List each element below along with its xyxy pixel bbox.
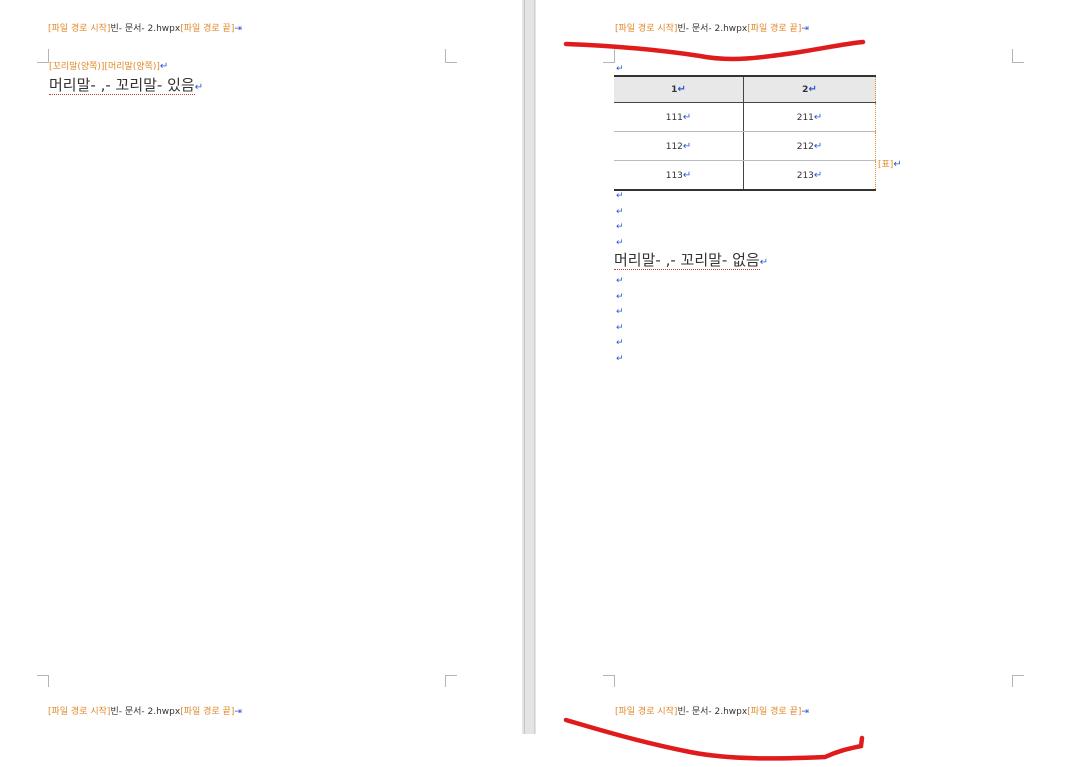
body-paragraph[interactable]: 머리말- ,- 꼬리말- 있음↵ bbox=[49, 74, 203, 95]
paragraph-mark-icon: ↵ bbox=[616, 307, 624, 317]
paragraph-mark-icon: ↵ bbox=[677, 84, 686, 95]
page-divider bbox=[534, 0, 535, 734]
paragraph-mark-icon: ↵ bbox=[682, 111, 692, 123]
table-cell[interactable]: 112↵ bbox=[614, 131, 745, 161]
tab-mark-icon: ⇥ bbox=[801, 24, 809, 34]
bottom-left-crop-mark bbox=[603, 675, 615, 687]
paragraph-mark-icon: ↵ bbox=[682, 169, 692, 181]
table-row: 113↵ 213↵ bbox=[614, 160, 876, 191]
file-path-start-code[interactable]: [파일 경로 시작] bbox=[615, 707, 677, 717]
table-cell[interactable]: 211↵ bbox=[743, 102, 876, 132]
paragraph-mark-icon: ↵ bbox=[616, 322, 624, 333]
footer-line[interactable]: [파일 경로 시작]빈- 문서- 2.hwpx[파일 경로 끝]⇥ bbox=[48, 706, 242, 718]
table-row: 112↵ 212↵ bbox=[614, 131, 876, 161]
paragraph-mark-icon: ↵ bbox=[813, 111, 823, 123]
paragraph-mark-icon: ↵ bbox=[159, 61, 169, 72]
paragraph-mark-icon: ↵ bbox=[616, 222, 624, 232]
data-table[interactable]: 1↵ 2↵ 111↵ 211↵ 112↵ 212↵ 113↵ 213↵ bbox=[614, 75, 876, 191]
paragraph-mark-icon: ↵ bbox=[759, 257, 769, 268]
table-label-line[interactable]: [표]↵ bbox=[878, 159, 902, 171]
paragraph-mark-icon: ↵ bbox=[616, 64, 624, 74]
table-header-cell[interactable]: 1↵ bbox=[614, 76, 745, 103]
table-row: 111↵ 211↵ bbox=[614, 102, 876, 132]
file-path-end-code[interactable]: [파일 경로 끝] bbox=[180, 707, 234, 717]
bottom-left-crop-mark bbox=[37, 675, 49, 687]
header-line[interactable]: [파일 경로 시작]빈- 문서- 2.hwpx[파일 경로 끝]⇥ bbox=[615, 23, 809, 35]
document-page-left[interactable]: [파일 경로 시작]빈- 문서- 2.hwpx[파일 경로 끝]⇥ [꼬리말(양… bbox=[0, 0, 522, 767]
body-text[interactable]: 머리말- ,- 꼬리말- 있음 bbox=[49, 76, 195, 95]
bottom-right-crop-mark bbox=[1012, 675, 1024, 687]
file-path-start-code[interactable]: [파일 경로 시작] bbox=[48, 707, 110, 717]
body-paragraph[interactable]: 머리말- ,- 꼬리말- 없음↵ bbox=[614, 249, 768, 270]
cell-text: 111 bbox=[665, 112, 683, 123]
paragraph-mark-icon: ↵ bbox=[616, 191, 624, 201]
cell-text: 211 bbox=[796, 112, 814, 123]
paragraph-mark-icon: ↵ bbox=[616, 338, 624, 348]
cell-text: 212 bbox=[796, 141, 814, 152]
footer-line[interactable]: [파일 경로 시작]빈- 문서- 2.hwpx[파일 경로 끝]⇥ bbox=[615, 706, 809, 718]
paragraph-mark-icon: ↵ bbox=[616, 353, 624, 364]
header-footer-codes-line[interactable]: [꼬리말(양쪽)][머리말(양쪽)]↵ bbox=[49, 61, 168, 73]
paragraph-mark-icon: ↵ bbox=[893, 159, 902, 170]
footer-filename: 빈- 문서- 2.hwpx bbox=[677, 707, 748, 717]
top-left-crop-mark bbox=[603, 49, 615, 63]
table-header-row: 1↵ 2↵ bbox=[614, 76, 876, 103]
cell-text: 213 bbox=[796, 170, 814, 181]
table-cell[interactable]: 212↵ bbox=[743, 131, 876, 161]
file-path-start-code[interactable]: [파일 경로 시작] bbox=[615, 24, 677, 34]
bottom-right-crop-mark bbox=[445, 675, 457, 687]
body-text[interactable]: 머리말- ,- 꼬리말- 없음 bbox=[614, 251, 760, 270]
header-filename: 빈- 문서- 2.hwpx bbox=[677, 24, 748, 34]
file-path-end-code[interactable]: [파일 경로 끝] bbox=[747, 707, 801, 717]
file-path-end-code[interactable]: [파일 경로 끝] bbox=[747, 24, 801, 34]
file-path-start-code[interactable]: [파일 경로 시작] bbox=[48, 24, 110, 34]
file-path-end-code[interactable]: [파일 경로 끝] bbox=[180, 24, 234, 34]
paragraph-mark-icon: ↵ bbox=[808, 84, 817, 95]
footer-filename: 빈- 문서- 2.hwpx bbox=[110, 707, 181, 717]
paragraph-mark-icon: ↵ bbox=[813, 169, 823, 181]
header-footer-field-codes[interactable]: [꼬리말(양쪽)][머리말(양쪽)] bbox=[49, 62, 160, 72]
top-right-crop-mark bbox=[1012, 49, 1024, 63]
cell-text: 113 bbox=[665, 170, 683, 181]
table-cell[interactable]: 111↵ bbox=[614, 102, 745, 132]
table-header-cell[interactable]: 2↵ bbox=[743, 76, 876, 103]
top-left-crop-mark bbox=[37, 49, 49, 63]
tab-mark-icon: ⇥ bbox=[801, 707, 809, 717]
paragraph-mark-icon: ↵ bbox=[616, 291, 624, 302]
header-filename: 빈- 문서- 2.hwpx bbox=[110, 24, 181, 34]
table-cell[interactable]: 213↵ bbox=[743, 160, 876, 191]
empty-paragraphs[interactable]: ↵ ↵ ↵ ↵ ↵ ↵ bbox=[616, 274, 624, 367]
page-divider bbox=[524, 0, 525, 734]
table-control-code[interactable]: [표] bbox=[878, 160, 893, 170]
top-right-crop-mark bbox=[445, 49, 457, 63]
paragraph-mark-icon: ↵ bbox=[616, 206, 624, 217]
paragraph-mark-icon: ↵ bbox=[813, 140, 823, 152]
paragraph-mark-icon: ↵ bbox=[616, 276, 624, 286]
cell-text: 112 bbox=[665, 141, 683, 152]
empty-paragraphs[interactable]: ↵ ↵ ↵ ↵ bbox=[616, 189, 624, 251]
tab-mark-icon: ⇥ bbox=[234, 707, 242, 717]
table-cell[interactable]: 113↵ bbox=[614, 160, 745, 191]
tab-mark-icon: ⇥ bbox=[234, 24, 242, 34]
paragraph-mark-icon: ↵ bbox=[194, 82, 204, 93]
header-line[interactable]: [파일 경로 시작]빈- 문서- 2.hwpx[파일 경로 끝]⇥ bbox=[48, 23, 242, 35]
paragraph-mark-icon: ↵ bbox=[682, 140, 692, 152]
